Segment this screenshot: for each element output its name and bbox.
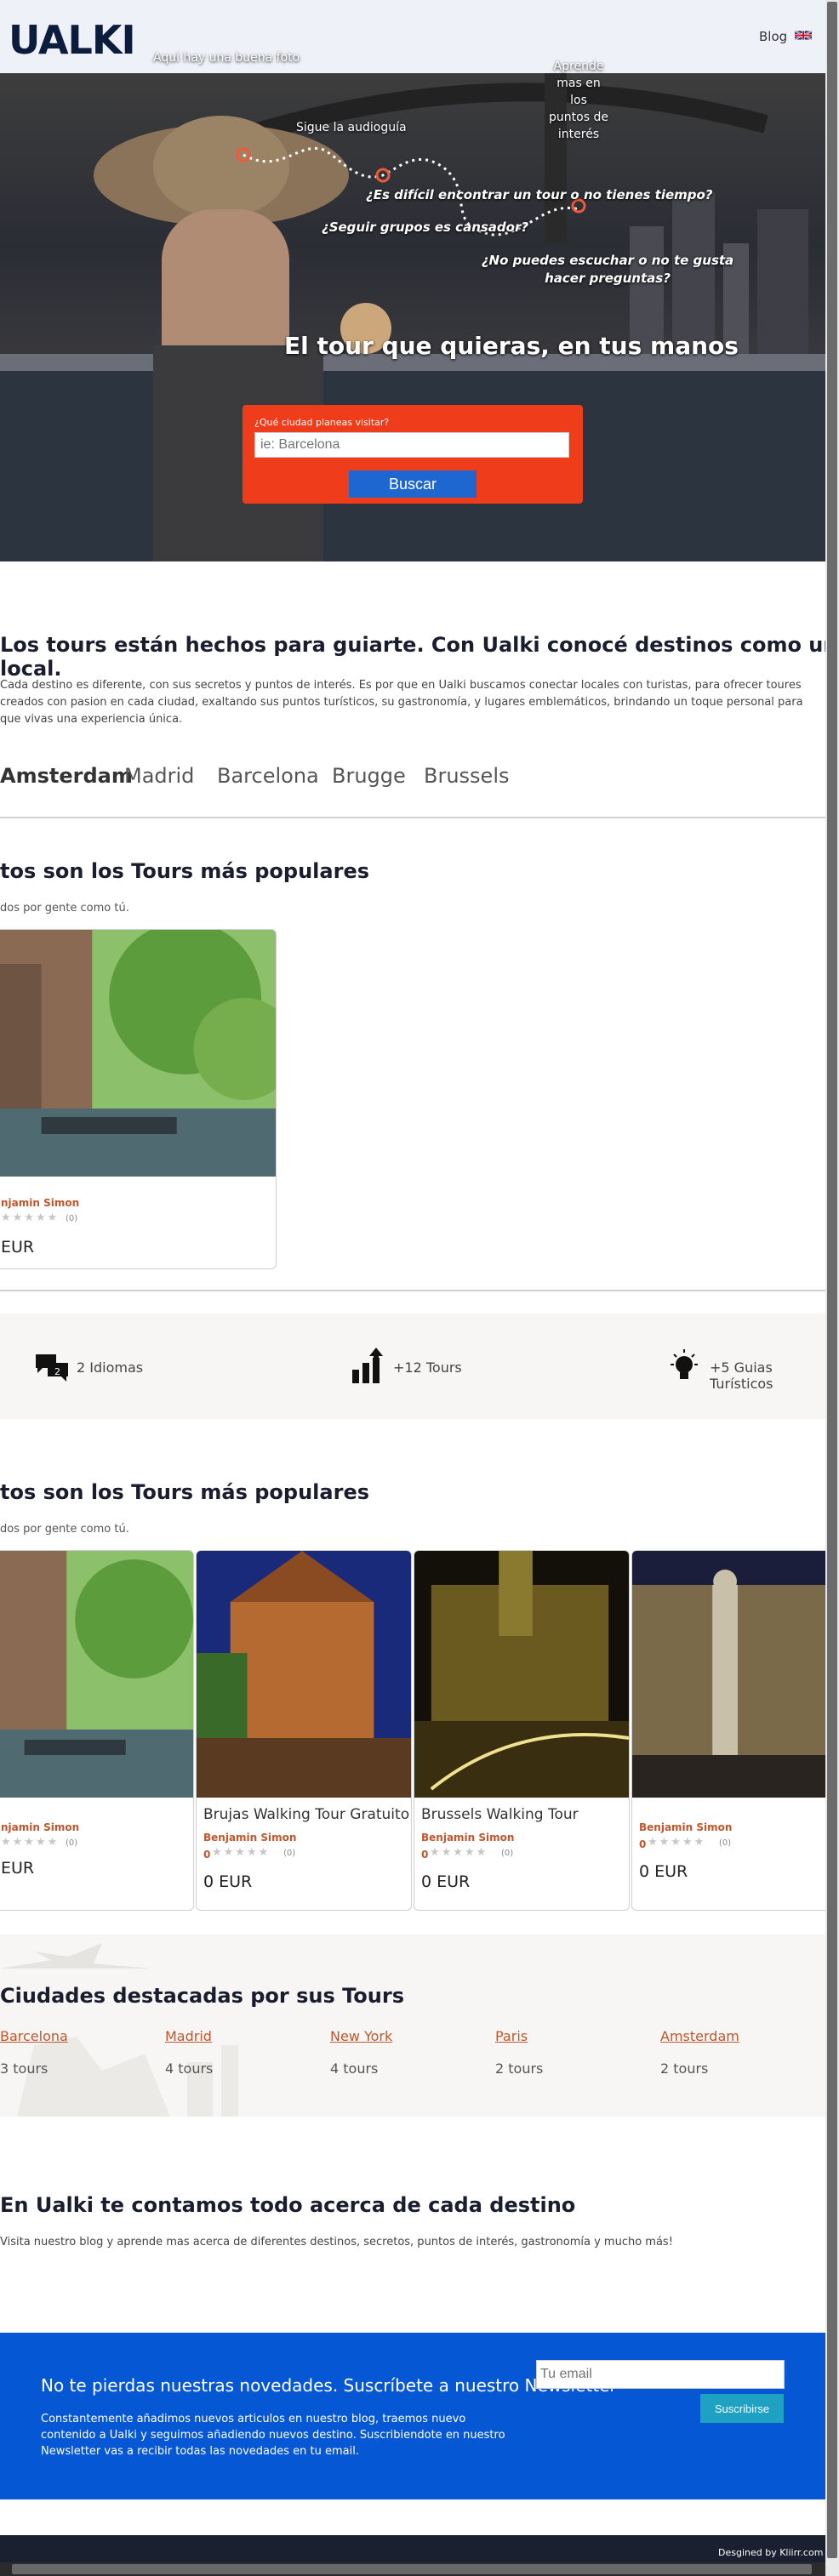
review-count: (0) [283, 1849, 296, 1858]
city-tour-count: 2 tours [660, 2060, 709, 2077]
city-link-new-york[interactable]: New York [330, 2028, 392, 2044]
callout-audioguide: Sigue la audioguía [296, 121, 407, 134]
divider [0, 1290, 825, 1291]
intro-heading: Los tours están hechos para guiarte. Con… [0, 633, 838, 681]
card-price: 0 EUR [203, 1872, 253, 1891]
city-search-input[interactable] [254, 432, 569, 458]
cities-heading: Ciudades destacadas por sus Tours [0, 1984, 404, 2008]
city-link-paris[interactable]: Paris [495, 2028, 528, 2044]
search-button[interactable]: Buscar [349, 470, 477, 498]
svg-text:2: 2 [54, 1366, 60, 1377]
ualki-logo[interactable]: UALKI [9, 17, 136, 63]
tour-card[interactable]: Benjamin Simon 0 ★★★★★ (0) 0 EUR [631, 1550, 836, 1911]
popular-heading: tos son los Tours más populares [0, 1480, 370, 1504]
lightbulb-icon [671, 1349, 698, 1379]
popular-subtitle: dos por gente como tú. [0, 1523, 129, 1536]
brussels-square-image [414, 1551, 629, 1798]
star-rating: ★★★★★ [648, 1836, 706, 1849]
madrid-monument-image [632, 1551, 835, 1798]
city-tour-count: 2 tours [495, 2060, 544, 2077]
review-count: (0) [66, 1838, 78, 1848]
divider [0, 817, 825, 818]
star-rating: ★★★★★ [212, 1846, 271, 1859]
city-link-barcelona[interactable]: Barcelona [0, 2028, 68, 2044]
city-link-madrid[interactable]: Madrid [165, 2028, 212, 2044]
newsletter-heading: No te pierdas nuestras novedades. Suscrí… [41, 2375, 617, 2396]
amsterdam-canal-image [0, 930, 276, 1177]
callout-points: Aprende mas en los puntos de interés [549, 60, 608, 141]
newsletter-paragraph: Constantemente añadimos nuevos articulos… [41, 2413, 505, 2458]
blog-paragraph: Visita nuestro blog y aprende mas acerca… [0, 2236, 673, 2248]
card-author[interactable]: njamin Simon [1, 1197, 79, 1209]
vertical-scroll-thumb[interactable] [827, 2, 837, 2558]
intro-paragraph: Cada destino es diferente, con sus secre… [0, 679, 803, 726]
hero-question-3: ¿No puedes escuchar o no te gusta hacer … [481, 253, 734, 286]
review-count: (0) [501, 1849, 514, 1858]
city-tour-count: 4 tours [330, 2060, 379, 2077]
rating-value: 0 [639, 1838, 647, 1850]
footer-credit[interactable]: Desgined by Kliirr.com [718, 2547, 823, 2558]
city-tour-count: 4 tours [165, 2060, 214, 2077]
site-footer [0, 2535, 825, 2562]
search-label: ¿Qué ciudad planeas visitar? [254, 417, 390, 428]
tab-brugge[interactable]: Brugge [332, 764, 406, 788]
tour-card[interactable]: njamin Simon ★★★★★ (0) EUR [0, 1550, 194, 1911]
star-rating: ★★★★★ [1, 1211, 60, 1224]
rating-value: 0 [421, 1849, 429, 1861]
featured-cities-band [0, 1935, 825, 2117]
growth-chart-icon [352, 1348, 383, 1383]
tab-barcelona[interactable]: Barcelona [217, 764, 319, 788]
uk-flag-icon[interactable] [795, 30, 812, 41]
stat-languages: 2 Idiomas [77, 1359, 144, 1376]
tab-amsterdam[interactable]: Amsterdam [0, 764, 133, 788]
hero-question-1: ¿Es difícil encontrar un tour o no tiene… [366, 187, 713, 202]
hero-title: El tour que quieras, en tus manos [284, 332, 739, 360]
hero-question-2: ¿Seguir grupos es cansador? [322, 219, 529, 235]
review-count: (0) [66, 1214, 78, 1223]
tour-card[interactable]: Brussels Walking Tour Benjamin Simon 0 ★… [414, 1550, 630, 1911]
city-tour-count: 3 tours [0, 2060, 49, 2077]
star-rating: ★★★★★ [1, 1836, 60, 1849]
horizontal-scroll-thumb[interactable] [12, 2564, 812, 2574]
stat-tours: +12 Tours [393, 1359, 462, 1376]
callout-photo: Aqui hay una buena foto [153, 51, 300, 65]
card-price: EUR [1, 1238, 35, 1257]
tab-brussels[interactable]: Brussels [424, 764, 510, 788]
tab-madrid[interactable]: Madrid [124, 764, 194, 788]
card-title[interactable]: Brujas Walking Tour Gratuito [203, 1806, 409, 1823]
card-price: EUR [1, 1859, 35, 1878]
blog-heading: En Ualki te contamos todo acerca de cada… [0, 2193, 576, 2217]
amsterdam-canal-image [0, 1551, 193, 1798]
chat-bubbles-icon: 2 [36, 1354, 68, 1382]
tour-card[interactable]: njamin Simon ★★★★★ (0) EUR [0, 929, 277, 1269]
airplane-watermark [0, 1943, 238, 2117]
email-field[interactable] [536, 2360, 785, 2389]
popular-subtitle: dos por gente como tú. [0, 902, 129, 915]
card-price: 0 EUR [421, 1872, 471, 1891]
tour-card[interactable]: Brujas Walking Tour Gratuito Benjamin Si… [196, 1550, 412, 1911]
card-price: 0 EUR [639, 1862, 688, 1881]
brugge-canal-image [197, 1551, 411, 1798]
review-count: (0) [719, 1838, 732, 1848]
card-author[interactable]: Benjamin Simon [639, 1821, 732, 1833]
card-author[interactable]: Benjamin Simon [203, 1832, 296, 1844]
city-link-amsterdam[interactable]: Amsterdam [660, 2028, 739, 2044]
subscribe-button[interactable]: Suscribirse [700, 2394, 784, 2423]
popular-heading: tos son los Tours más populares [0, 859, 370, 883]
card-author[interactable]: Benjamin Simon [421, 1832, 514, 1844]
blog-link[interactable]: Blog [759, 29, 787, 44]
star-rating: ★★★★★ [430, 1846, 488, 1859]
card-author[interactable]: njamin Simon [1, 1821, 79, 1833]
card-title[interactable]: Brussels Walking Tour [421, 1806, 579, 1823]
rating-value: 0 [203, 1849, 211, 1861]
stat-guides: +5 Guias Turísticos [710, 1359, 773, 1392]
